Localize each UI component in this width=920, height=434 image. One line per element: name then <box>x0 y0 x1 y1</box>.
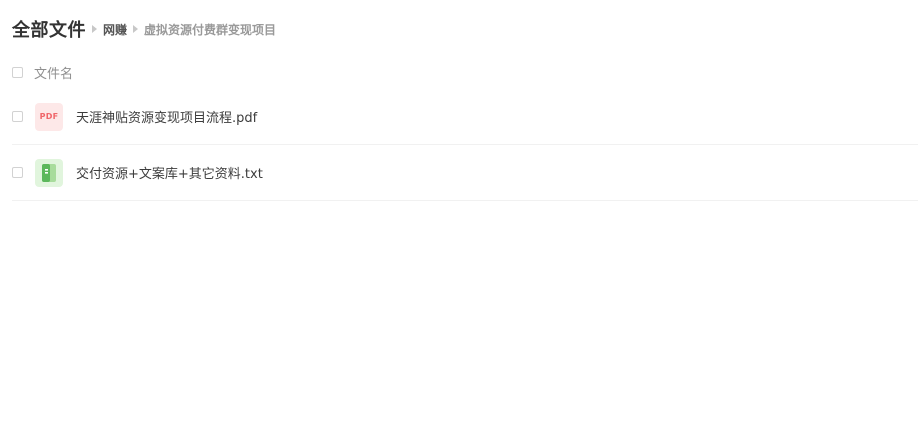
pdf-file-icon: PDF <box>35 102 63 131</box>
breadcrumb: 全部文件 网赚 虚拟资源付费群变现项目 <box>12 16 276 42</box>
file-row[interactable]: 交付资源+文案库+其它资料.txt <box>12 145 918 201</box>
breadcrumb-separator-icon <box>133 25 139 33</box>
breadcrumb-item-current: 虚拟资源付费群变现项目 <box>144 22 277 37</box>
document-icon <box>42 163 56 182</box>
breadcrumb-separator-icon <box>92 25 97 33</box>
file-row[interactable]: PDF 天涯神贴资源变现项目流程.pdf <box>12 89 918 145</box>
file-list: PDF 天涯神贴资源变现项目流程.pdf 交付资源+文案库+其它资料.txt <box>12 89 918 201</box>
breadcrumb-root[interactable]: 全部文件 <box>12 16 86 42</box>
file-row-checkbox[interactable] <box>12 167 23 178</box>
select-all-checkbox[interactable] <box>12 66 23 78</box>
breadcrumb-item-folder[interactable]: 网赚 <box>103 21 127 38</box>
column-header-filename[interactable]: 文件名 <box>34 63 73 82</box>
file-name[interactable]: 天涯神贴资源变现项目流程.pdf <box>76 107 257 126</box>
txt-file-icon <box>35 158 63 187</box>
file-name[interactable]: 交付资源+文案库+其它资料.txt <box>76 163 263 182</box>
list-header: 文件名 <box>12 62 73 82</box>
pdf-icon-label: PDF <box>39 112 59 121</box>
file-browser: 全部文件 网赚 虚拟资源付费群变现项目 文件名 PDF 天涯神贴资源变现项目流程… <box>0 0 920 434</box>
file-row-checkbox[interactable] <box>12 111 23 122</box>
